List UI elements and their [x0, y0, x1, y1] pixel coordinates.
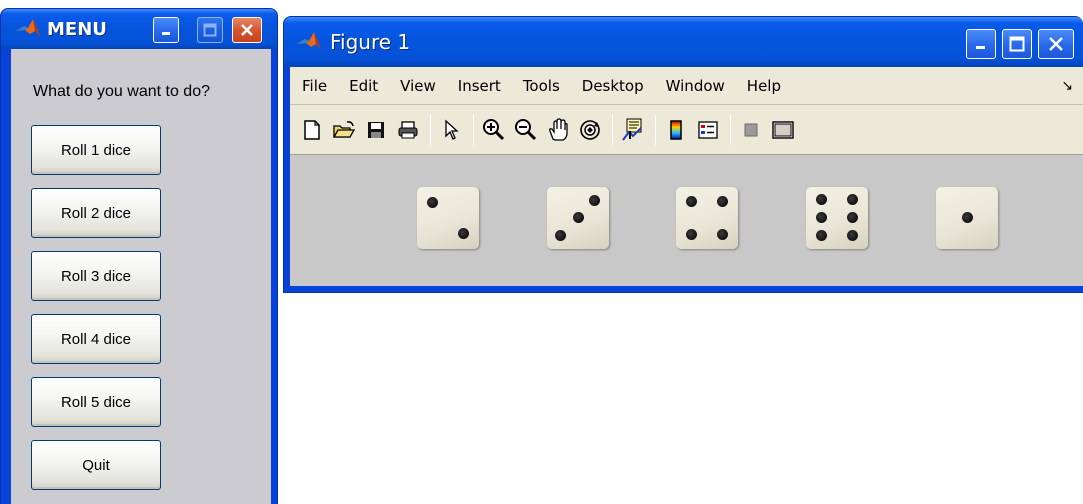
figure-client-area: File Edit View Insert Tools Desktop Wind…	[290, 67, 1083, 286]
menu-minimize-button[interactable]	[153, 17, 179, 43]
print-icon[interactable]	[394, 115, 422, 145]
die-face-2	[547, 187, 609, 249]
hide-plot-tools-icon[interactable]	[737, 115, 765, 145]
matlab-logo-icon	[296, 29, 322, 56]
roll-1-dice-button[interactable]: Roll 1 dice	[31, 125, 161, 175]
dock-arrow-icon[interactable]: ↘	[1061, 78, 1073, 94]
die-face-1	[417, 187, 479, 249]
menu-prompt-label: What do you want to do?	[33, 83, 210, 100]
figure-window: Figure 1 File Edit View Insert Tools Des…	[283, 16, 1083, 293]
toolbar-separator	[655, 114, 656, 145]
menu-insert[interactable]: Insert	[447, 67, 512, 105]
figure-maximize-button[interactable]	[1002, 29, 1032, 59]
menu-file[interactable]: File	[290, 67, 338, 105]
data-cursor-icon[interactable]	[619, 115, 647, 145]
menu-close-button[interactable]	[232, 17, 262, 43]
toolbar-separator	[473, 114, 474, 145]
die-pip	[816, 194, 827, 205]
figure-close-button[interactable]	[1038, 29, 1074, 59]
save-icon[interactable]	[362, 115, 390, 145]
roll-3-dice-button[interactable]: Roll 3 dice	[31, 251, 161, 301]
show-plot-tools-icon[interactable]	[769, 115, 797, 145]
die-pip	[589, 195, 600, 206]
toolbar-separator	[430, 114, 431, 145]
toolbar-separator	[612, 114, 613, 145]
minimize-icon	[976, 46, 985, 49]
pan-hand-icon[interactable]	[544, 115, 572, 145]
menu-help[interactable]: Help	[736, 67, 792, 105]
close-icon	[1049, 37, 1063, 51]
menu-tools[interactable]: Tools	[512, 67, 571, 105]
zoom-out-icon[interactable]	[512, 115, 540, 145]
die-pip	[962, 212, 973, 223]
die-pip	[847, 230, 858, 241]
die-pip	[427, 197, 438, 208]
legend-icon[interactable]	[694, 115, 722, 145]
matlab-logo-icon	[15, 16, 41, 43]
menu-maximize-button[interactable]	[197, 17, 223, 43]
die-pip	[573, 212, 584, 223]
menu-window[interactable]: Window	[655, 67, 736, 105]
maximize-icon	[203, 23, 217, 37]
figure-plot-area	[290, 155, 1083, 286]
maximize-icon	[1009, 36, 1025, 52]
die-pip	[847, 212, 858, 223]
menu-window: MENU What do you want to do? Roll 1 dice…	[0, 8, 278, 504]
die-pip	[717, 196, 728, 207]
roll-5-dice-button[interactable]: Roll 5 dice	[31, 377, 161, 427]
die-face-3	[676, 187, 738, 249]
open-file-icon[interactable]	[330, 115, 358, 145]
die-pip	[458, 228, 469, 239]
menu-view[interactable]: View	[389, 67, 447, 105]
menu-title-bar[interactable]: MENU	[1, 9, 277, 49]
die-pip	[686, 196, 697, 207]
close-icon	[241, 24, 253, 36]
toolbar-separator	[730, 114, 731, 145]
colorbar-icon[interactable]	[662, 115, 690, 145]
die-pip	[816, 230, 827, 241]
figure-toolbar	[290, 105, 1083, 155]
die-pip	[555, 230, 566, 241]
rotate-3d-icon[interactable]	[576, 115, 604, 145]
quit-button[interactable]: Quit	[31, 440, 161, 490]
zoom-in-icon[interactable]	[480, 115, 508, 145]
die-pip	[717, 229, 728, 240]
roll-2-dice-button[interactable]: Roll 2 dice	[31, 188, 161, 238]
new-figure-icon[interactable]	[298, 115, 326, 145]
menu-client-area: What do you want to do? Roll 1 dice Roll…	[11, 49, 271, 504]
die-pip	[686, 229, 697, 240]
menu-desktop[interactable]: Desktop	[571, 67, 655, 105]
figure-menubar: File Edit View Insert Tools Desktop Wind…	[290, 67, 1083, 105]
edit-plot-arrow-icon[interactable]	[437, 115, 465, 145]
menu-edit[interactable]: Edit	[338, 67, 389, 105]
die-pip	[816, 212, 827, 223]
die-face-5	[936, 187, 998, 249]
die-pip	[847, 194, 858, 205]
minimize-icon	[162, 32, 170, 35]
die-face-4	[806, 187, 868, 249]
figure-window-title: Figure 1	[330, 30, 411, 54]
roll-4-dice-button[interactable]: Roll 4 dice	[31, 314, 161, 364]
figure-title-bar[interactable]: Figure 1	[284, 17, 1083, 67]
figure-minimize-button[interactable]	[966, 29, 996, 59]
menu-window-title: MENU	[47, 18, 107, 40]
